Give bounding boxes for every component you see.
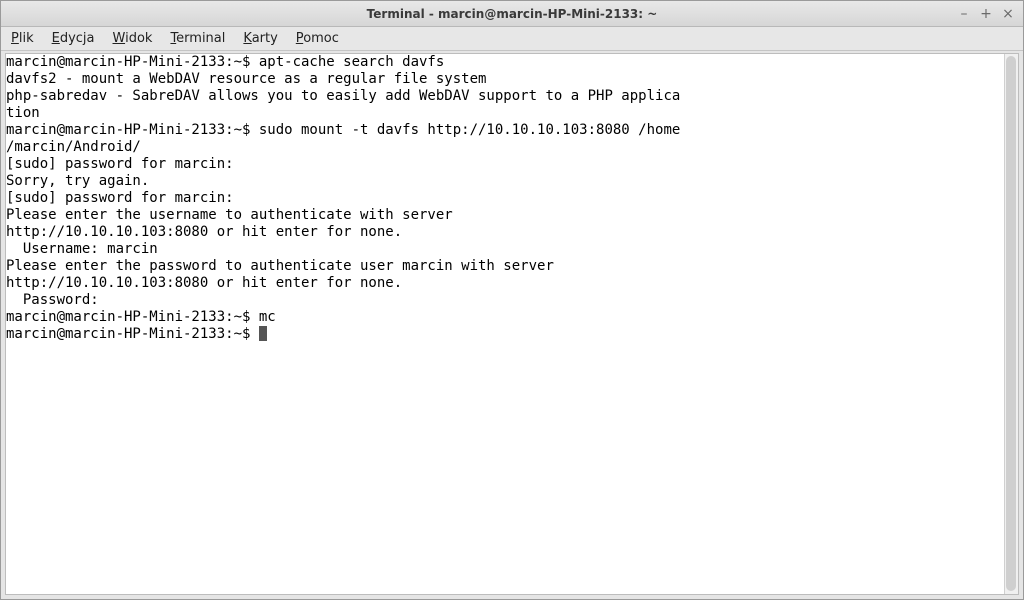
menu-widok[interactable]: Widok: [113, 31, 153, 46]
scrollbar-thumb[interactable]: [1006, 56, 1016, 591]
menu-terminal[interactable]: Terminal: [170, 31, 225, 46]
menubar: Plik Edycja Widok Terminal Karty Pomoc: [1, 27, 1023, 51]
menu-edycja[interactable]: Edycja: [52, 31, 95, 46]
terminal-line: /marcin/Android/: [6, 139, 1018, 156]
menu-plik[interactable]: Plik: [11, 31, 34, 46]
terminal-line: http://10.10.10.103:8080 or hit enter fo…: [6, 224, 1018, 241]
titlebar[interactable]: Terminal - marcin@marcin-HP-Mini-2133: ~…: [1, 1, 1023, 27]
close-button[interactable]: ×: [1001, 6, 1015, 22]
maximize-button[interactable]: +: [979, 6, 993, 22]
terminal-line: marcin@marcin-HP-Mini-2133:~$ sudo mount…: [6, 122, 1018, 139]
terminal-line: php-sabredav - SabreDAV allows you to ea…: [6, 88, 1018, 105]
terminal-line: Sorry, try again.: [6, 173, 1018, 190]
menu-karty[interactable]: Karty: [243, 31, 277, 46]
minimize-button[interactable]: –: [957, 6, 971, 22]
terminal-content[interactable]: marcin@marcin-HP-Mini-2133:~$ apt-cache …: [6, 54, 1018, 343]
terminal-line: Please enter the password to authenticat…: [6, 258, 1018, 275]
window-title: Terminal - marcin@marcin-HP-Mini-2133: ~: [1, 7, 1023, 21]
terminal-line: tion: [6, 105, 1018, 122]
terminal-line: [sudo] password for marcin:: [6, 156, 1018, 173]
terminal-line: davfs2 - mount a WebDAV resource as a re…: [6, 71, 1018, 88]
terminal-line: marcin@marcin-HP-Mini-2133:~$ apt-cache …: [6, 54, 1018, 71]
terminal-window: Terminal - marcin@marcin-HP-Mini-2133: ~…: [0, 0, 1024, 600]
terminal-line: http://10.10.10.103:8080 or hit enter fo…: [6, 275, 1018, 292]
terminal-line: marcin@marcin-HP-Mini-2133:~$ mc: [6, 309, 1018, 326]
terminal-line: Username: marcin: [6, 241, 1018, 258]
terminal-line: Please enter the username to authenticat…: [6, 207, 1018, 224]
terminal-viewport[interactable]: marcin@marcin-HP-Mini-2133:~$ apt-cache …: [5, 53, 1019, 595]
window-controls: – + ×: [957, 6, 1023, 22]
menu-pomoc[interactable]: Pomoc: [296, 31, 339, 46]
terminal-line: [sudo] password for marcin:: [6, 190, 1018, 207]
terminal-line: marcin@marcin-HP-Mini-2133:~$: [6, 326, 1018, 343]
scrollbar-track[interactable]: [1004, 54, 1018, 594]
terminal-line: Password:: [6, 292, 1018, 309]
cursor: [259, 326, 267, 341]
